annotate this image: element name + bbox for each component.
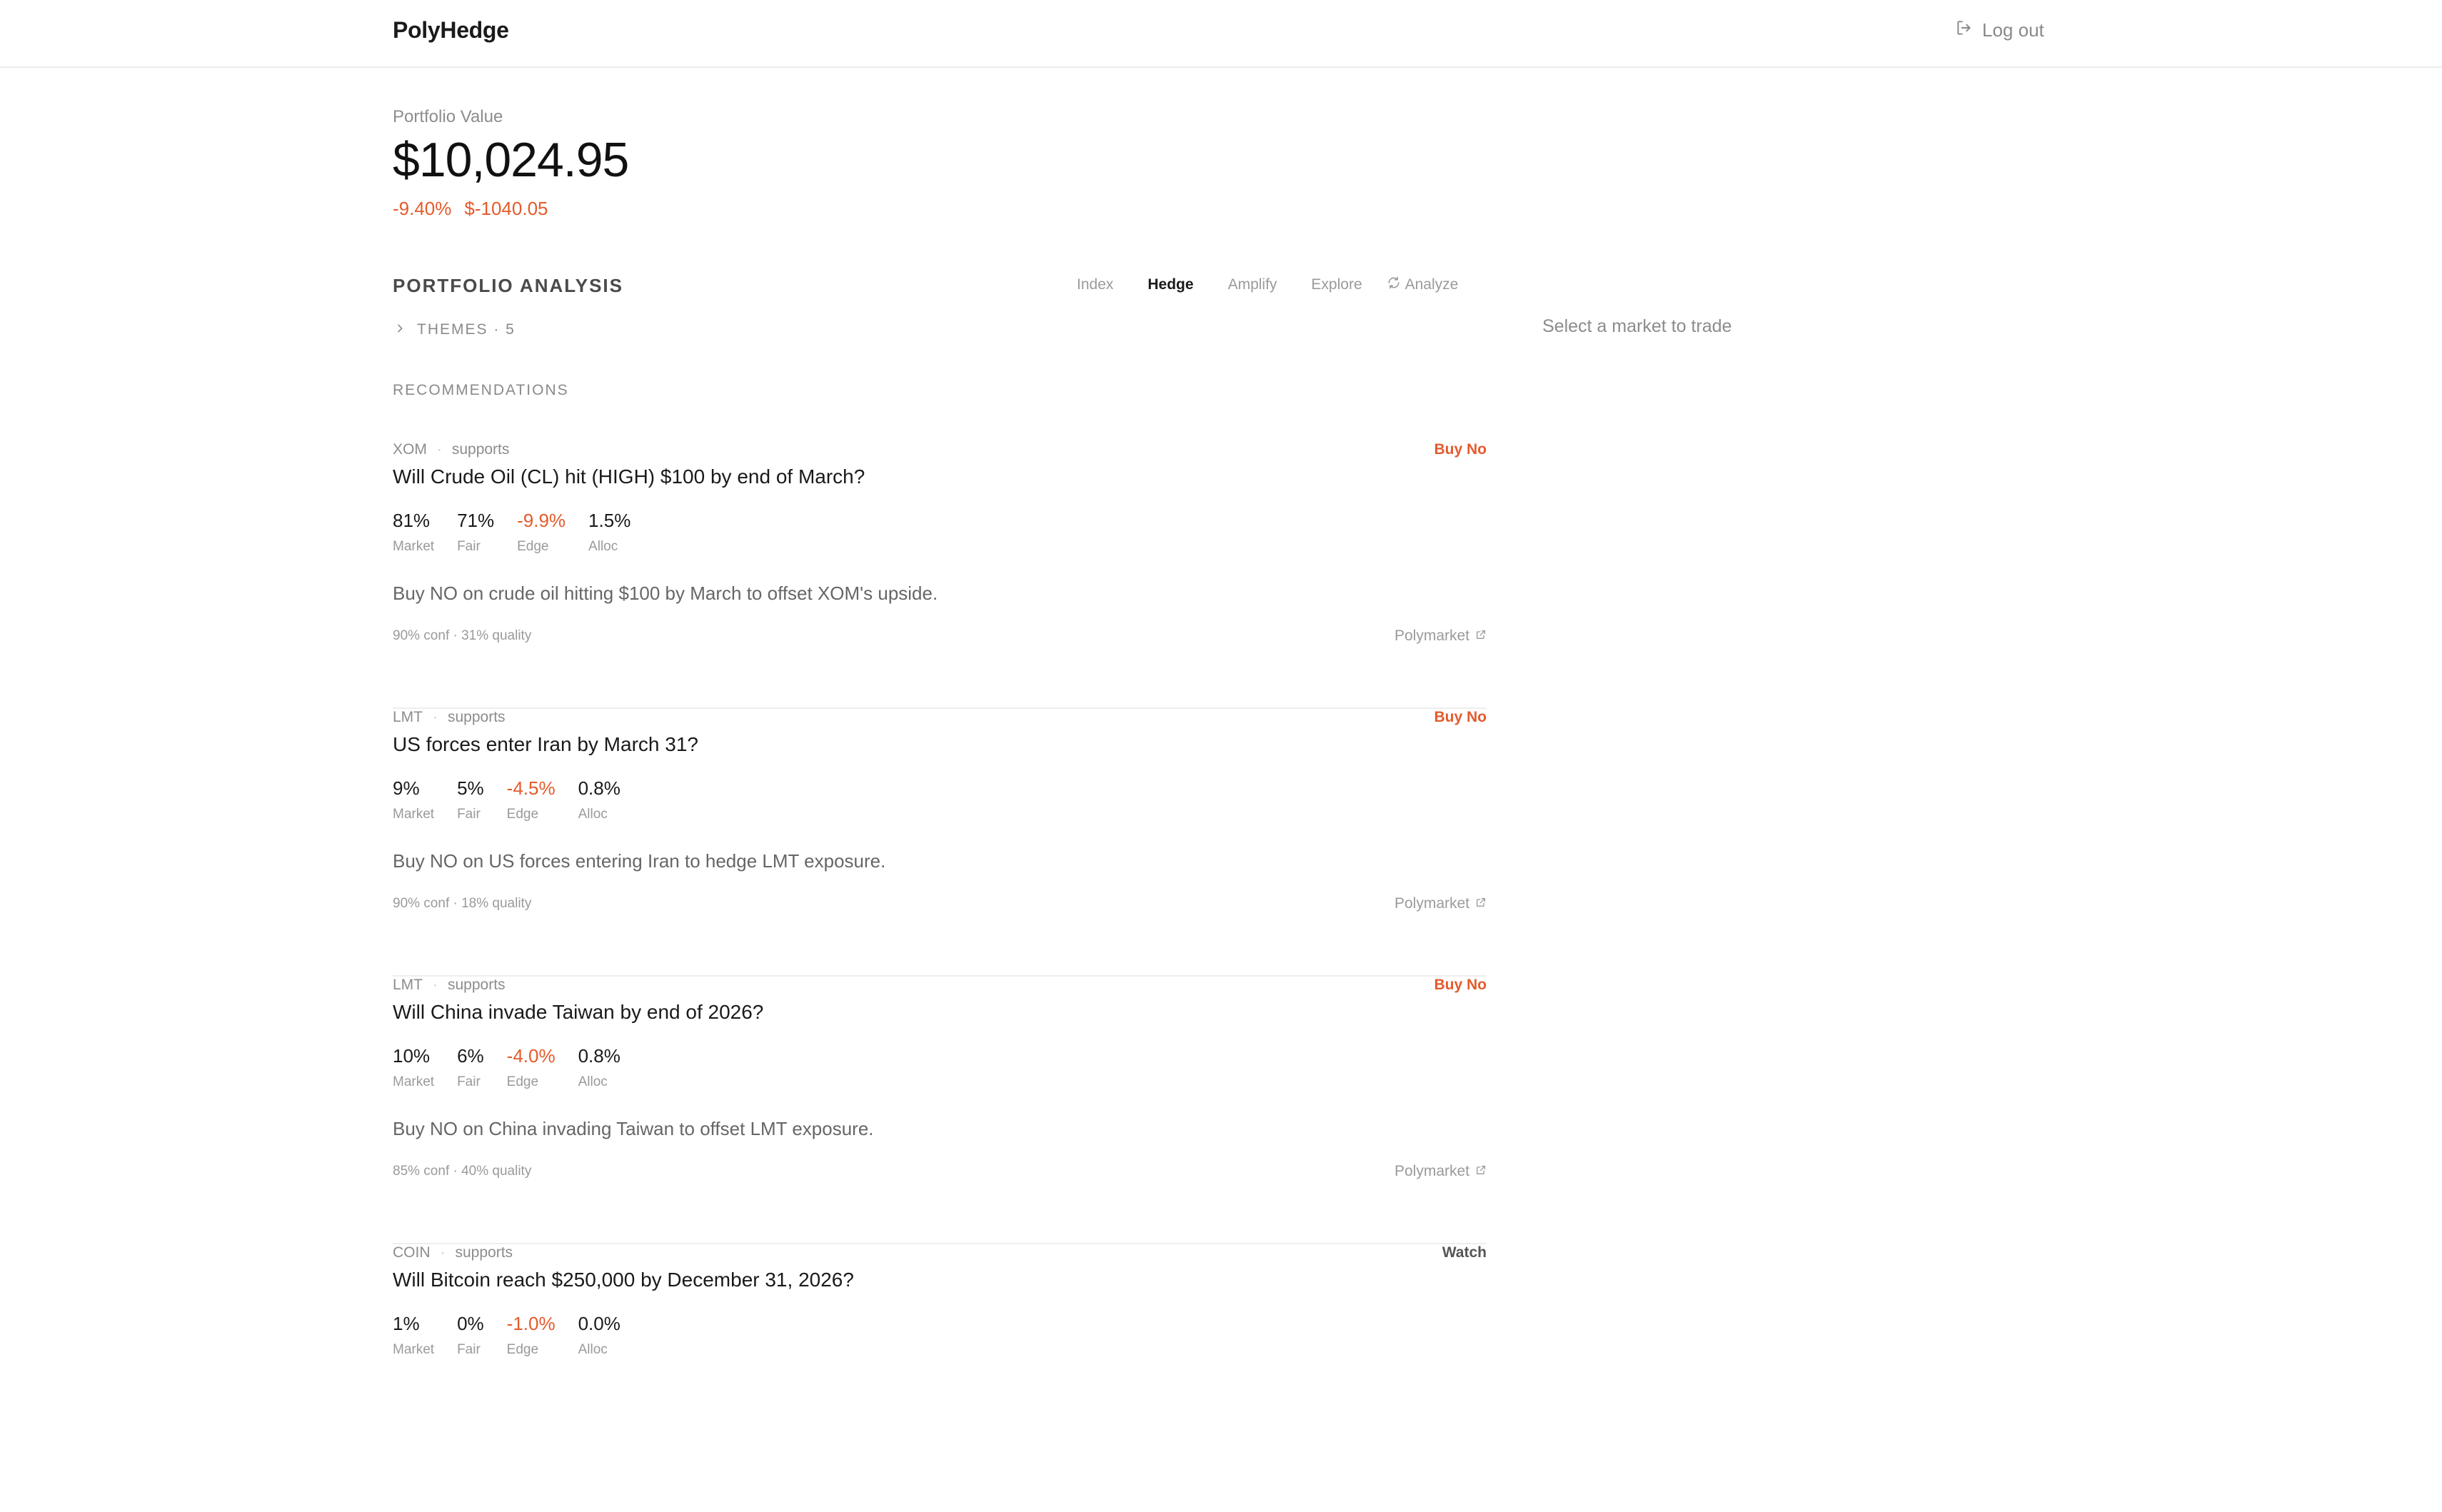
edge-label: Edge: [506, 1074, 539, 1089]
alloc-label: Alloc: [578, 807, 608, 822]
fair-label: Fair: [457, 539, 481, 554]
market-stats: 81% Market 71% Fair -9.9% Edge 1.5% Alloc: [393, 510, 653, 555]
recommendation-description: Buy NO on US forces entering Iran to hed…: [393, 850, 886, 872]
market-label: Market: [393, 539, 435, 554]
buy-no-button[interactable]: Buy No: [1434, 441, 1487, 458]
market-stats: 10% Market 6% Fair -4.0% Edge 0.8% Alloc: [393, 1045, 643, 1090]
edge-value: -4.5%: [506, 777, 556, 799]
market-label: Market: [393, 1342, 435, 1357]
edge-value: -1.0%: [506, 1313, 556, 1334]
fair-value: 6%: [457, 1045, 484, 1067]
tab-index[interactable]: Index: [1077, 276, 1113, 293]
ticker: LMT: [393, 977, 423, 993]
relation: supports: [448, 977, 506, 993]
portfolio-value: $10,024.95: [393, 133, 629, 187]
ticker: LMT: [393, 709, 423, 725]
edge-value: -9.9%: [517, 510, 566, 531]
portfolio-value-label: Portfolio Value: [393, 107, 503, 126]
market-stats: 9% Market 5% Fair -4.5% Edge 0.8% Alloc: [393, 777, 643, 822]
recommendation-card: LMT · supports Buy No US forces enter Ir…: [393, 709, 1487, 977]
buy-no-button[interactable]: Buy No: [1434, 709, 1487, 726]
logout-button[interactable]: Log out: [1955, 19, 2044, 42]
card-meta: XOM · supports: [393, 441, 510, 458]
alloc-value: 0.8%: [578, 777, 620, 799]
portfolio-analysis-title: PORTFOLIO ANALYSIS: [393, 275, 623, 296]
alloc-value: 0.8%: [578, 1045, 620, 1067]
market-value: 1%: [393, 1313, 420, 1334]
edge-label: Edge: [506, 807, 539, 822]
polymarket-link-label: Polymarket: [1394, 628, 1469, 644]
themes-label: THEMES · 5: [417, 321, 516, 338]
ticker: COIN: [393, 1244, 431, 1261]
recommendations-label: RECOMMENDATIONS: [393, 382, 569, 398]
recommendation-card: COIN · supports Watch Will Bitcoin reach…: [393, 1244, 1487, 1512]
tab-explore[interactable]: Explore: [1311, 276, 1362, 293]
polymarket-link[interactable]: Polymarket: [1395, 1163, 1487, 1180]
relation: supports: [455, 1244, 513, 1261]
confidence-quality: 90% conf · 31% quality: [393, 628, 532, 643]
fair-label: Fair: [457, 1342, 481, 1357]
edge-label: Edge: [517, 539, 549, 554]
market-value: 10%: [393, 1045, 431, 1067]
analyze-button[interactable]: Analyze: [1387, 276, 1459, 294]
polymarket-link-label: Polymarket: [1394, 895, 1469, 912]
edge-label: Edge: [506, 1342, 539, 1357]
ticker: XOM: [393, 441, 427, 458]
card-meta: COIN · supports: [393, 1244, 513, 1261]
market-question[interactable]: Will Bitcoin reach $250,000 by December …: [393, 1269, 854, 1291]
confidence-quality: 85% conf · 40% quality: [393, 1164, 532, 1179]
recommendation-description: Buy NO on crude oil hitting $100 by Marc…: [393, 583, 938, 604]
brand-logo[interactable]: PolyHedge: [393, 17, 509, 44]
themes-toggle[interactable]: THEMES · 5: [394, 321, 516, 338]
tab-hedge[interactable]: Hedge: [1147, 276, 1193, 293]
logout-icon: [1955, 19, 1974, 42]
polymarket-link[interactable]: Polymarket: [1395, 628, 1487, 645]
chevron-right-icon: [394, 321, 406, 338]
relation: supports: [451, 441, 510, 458]
market-label: Market: [393, 1074, 435, 1089]
alloc-label: Alloc: [578, 1074, 608, 1089]
refresh-icon: [1387, 276, 1401, 294]
relation: supports: [448, 709, 506, 725]
portfolio-change-abs: $-1040.05: [464, 198, 548, 219]
alloc-value: 1.5%: [588, 510, 631, 531]
analysis-tabs: Index Hedge Amplify Explore Analyze: [1077, 276, 1458, 294]
portfolio-change: -9.40% $-1040.05: [393, 198, 548, 220]
alloc-label: Alloc: [578, 1342, 608, 1357]
market-question[interactable]: Will China invade Taiwan by end of 2026?: [393, 1001, 763, 1024]
recommendation-description: Buy NO on China invading Taiwan to offse…: [393, 1118, 874, 1139]
external-link-icon: [1475, 895, 1487, 912]
buy-no-button[interactable]: Buy No: [1434, 977, 1487, 994]
fair-value: 0%: [457, 1313, 484, 1334]
trade-panel-placeholder: Select a market to trade: [1542, 316, 1732, 336]
logout-label: Log out: [1982, 19, 2044, 41]
recommendation-card: LMT · supports Buy No Will China invade …: [393, 977, 1487, 1244]
market-value: 9%: [393, 777, 420, 799]
tab-amplify[interactable]: Amplify: [1228, 276, 1277, 293]
recommendation-card: XOM · supports Buy No Will Crude Oil (CL…: [393, 441, 1487, 709]
polymarket-link[interactable]: Polymarket: [1395, 895, 1487, 912]
external-link-icon: [1475, 1163, 1487, 1180]
fair-value: 71%: [457, 510, 495, 531]
polymarket-link-label: Polymarket: [1394, 1163, 1469, 1179]
market-stats: 1% Market 0% Fair -1.0% Edge 0.0% Alloc: [393, 1313, 643, 1358]
fair-label: Fair: [457, 1074, 481, 1089]
card-meta: LMT · supports: [393, 977, 506, 993]
top-bar: PolyHedge Log out: [0, 0, 2442, 68]
analyze-label: Analyze: [1405, 276, 1459, 293]
fair-label: Fair: [457, 807, 481, 822]
edge-value: -4.0%: [506, 1045, 556, 1067]
confidence-quality: 90% conf · 18% quality: [393, 896, 532, 911]
market-label: Market: [393, 807, 435, 822]
card-meta: LMT · supports: [393, 709, 506, 725]
alloc-label: Alloc: [588, 539, 618, 554]
portfolio-change-pct: -9.40%: [393, 198, 452, 219]
watch-button[interactable]: Watch: [1442, 1244, 1487, 1261]
market-value: 81%: [393, 510, 431, 531]
market-question[interactable]: Will Crude Oil (CL) hit (HIGH) $100 by e…: [393, 465, 865, 488]
alloc-value: 0.0%: [578, 1313, 620, 1334]
market-question[interactable]: US forces enter Iran by March 31?: [393, 733, 698, 756]
fair-value: 5%: [457, 777, 484, 799]
external-link-icon: [1475, 628, 1487, 645]
